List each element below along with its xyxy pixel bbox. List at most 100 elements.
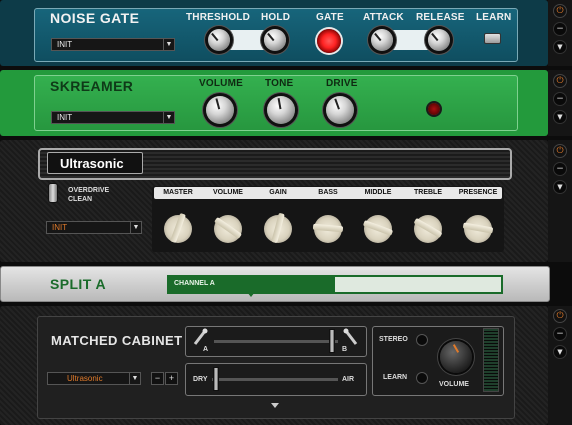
- amp-preset-value: INIT: [52, 223, 68, 232]
- down-arrow-icon: ▼: [557, 43, 563, 51]
- mic-position-track: [214, 340, 338, 343]
- cabinet-side-controls: ⏻ − ▼: [548, 306, 572, 425]
- cabinet-module: MATCHED CABINET Ultrasonic ▼ − + A B DRY…: [0, 306, 548, 425]
- presence-knob[interactable]: [462, 215, 494, 243]
- output-level-meter: [483, 328, 499, 392]
- minus-icon: −: [556, 24, 564, 34]
- channel-a-label: CHANNEL A: [174, 280, 215, 287]
- split-module: SPLIT A CHANNEL A: [0, 266, 550, 302]
- skreamer-preset-value: INIT: [57, 113, 73, 122]
- cabinet-preset-value: Ultrasonic: [67, 374, 103, 383]
- dry-air-handle[interactable]: [213, 367, 219, 391]
- cabinet-volume-knob[interactable]: [440, 341, 472, 373]
- amp-preset-dropdown[interactable]: INIT ▼: [46, 221, 142, 234]
- split-handle-indicator[interactable]: [247, 292, 255, 297]
- skreamer-drive-knob[interactable]: [326, 96, 354, 124]
- gain-knob[interactable]: [264, 212, 292, 244]
- cabinet-volume-label: VOLUME: [439, 381, 469, 388]
- treble-knob[interactable]: [413, 215, 443, 243]
- dry-label: DRY: [193, 376, 208, 383]
- master-knob[interactable]: [164, 212, 192, 244]
- noise-gate-move-down-button[interactable]: ▼: [553, 40, 567, 54]
- volume-knob[interactable]: [213, 215, 243, 243]
- minus-icon: −: [154, 373, 161, 383]
- amp-channel-switch[interactable]: [48, 183, 58, 203]
- amp-move-down-button[interactable]: ▼: [553, 180, 567, 194]
- down-arrow-icon: ▼: [557, 348, 563, 356]
- cabinet-move-down-button[interactable]: ▼: [553, 345, 567, 359]
- skreamer-tone-knob[interactable]: [267, 96, 295, 124]
- dropdown-arrow-icon: ▼: [163, 112, 174, 123]
- gate-label: GATE: [316, 12, 344, 23]
- stereo-toggle[interactable]: [416, 334, 428, 346]
- gate-led[interactable]: [317, 29, 341, 53]
- cabinet-learn-label: LEARN: [383, 374, 408, 381]
- skreamer-led: [428, 103, 440, 115]
- cabinet-title: MATCHED CABINET: [51, 333, 183, 348]
- amp-name-badge: Ultrasonic: [47, 152, 143, 174]
- mic-a-label: A: [203, 346, 209, 353]
- noise-gate-preset-dropdown[interactable]: INIT ▼: [51, 38, 175, 51]
- learn-button[interactable]: [484, 33, 501, 44]
- minus-icon: −: [556, 329, 564, 339]
- middle-knob[interactable]: [362, 215, 394, 243]
- skreamer-move-down-button[interactable]: ▼: [553, 110, 567, 124]
- cabinet-learn-toggle[interactable]: [416, 372, 428, 384]
- presence-label: PRESENCE: [458, 189, 498, 196]
- learn-label: LEARN: [476, 12, 512, 23]
- threshold-knob[interactable]: [208, 29, 230, 51]
- down-arrow-icon: ▼: [557, 183, 563, 191]
- cabinet-power-button[interactable]: ⏻: [553, 309, 567, 323]
- release-label: RELEASE: [416, 12, 465, 23]
- microphone-b-icon: [343, 328, 358, 345]
- skreamer-power-button[interactable]: ⏻: [553, 74, 567, 88]
- cabinet-prev-button[interactable]: −: [151, 372, 164, 385]
- amp-power-button[interactable]: ⏻: [553, 144, 567, 158]
- power-icon: ⏻: [556, 146, 564, 156]
- master-label: MASTER: [163, 189, 193, 196]
- dropdown-arrow-icon: ▼: [130, 222, 141, 233]
- plus-icon: +: [168, 373, 175, 383]
- minus-icon: −: [556, 94, 564, 104]
- attack-knob[interactable]: [371, 29, 393, 51]
- skreamer-tone-label: TONE: [265, 78, 294, 89]
- bass-knob[interactable]: [312, 215, 344, 243]
- dropdown-arrow-icon: ▼: [163, 39, 174, 50]
- noise-gate-preset-value: INIT: [57, 40, 73, 49]
- split-title: SPLIT A: [50, 276, 106, 292]
- volume-label: VOLUME: [213, 189, 243, 196]
- hold-knob[interactable]: [264, 29, 286, 51]
- noise-gate-title: NOISE GATE: [50, 10, 140, 26]
- stereo-label: STEREO: [379, 336, 408, 343]
- cabinet-next-button[interactable]: +: [165, 372, 178, 385]
- noise-gate-remove-button[interactable]: −: [553, 22, 567, 36]
- overdrive-label: OVERDRIVE: [68, 187, 110, 194]
- skreamer-volume-knob[interactable]: [206, 96, 234, 124]
- cabinet-remove-button[interactable]: −: [553, 327, 567, 341]
- skreamer-preset-dropdown[interactable]: INIT ▼: [51, 111, 175, 124]
- down-arrow-icon: ▼: [557, 113, 563, 121]
- treble-label: TREBLE: [414, 189, 442, 196]
- noise-gate-power-button[interactable]: ⏻: [553, 4, 567, 18]
- clean-label: CLEAN: [68, 196, 93, 203]
- channel-a-segment[interactable]: CHANNEL A: [169, 277, 335, 292]
- middle-label: MIDDLE: [364, 189, 392, 196]
- amp-remove-button[interactable]: −: [553, 162, 567, 176]
- skreamer-volume-label: VOLUME: [199, 78, 243, 89]
- cabinet-expand-icon[interactable]: [271, 403, 279, 408]
- hold-label: HOLD: [261, 12, 291, 23]
- minus-icon: −: [556, 164, 564, 174]
- mic-position-handle[interactable]: [329, 329, 335, 353]
- noise-gate-side-controls: ⏻ − ▼: [548, 0, 572, 66]
- amp-module: Ultrasonic OVERDRIVE CLEAN INIT ▼ MASTER…: [0, 140, 548, 262]
- skreamer-remove-button[interactable]: −: [553, 92, 567, 106]
- power-icon: ⏻: [556, 311, 564, 321]
- attack-label: ATTACK: [363, 12, 404, 23]
- skreamer-drive-label: DRIVE: [326, 78, 358, 89]
- cabinet-preset-dropdown[interactable]: Ultrasonic ▼: [47, 372, 141, 385]
- gain-label: GAIN: [269, 189, 287, 196]
- dry-air-track: [212, 378, 338, 381]
- microphone-a-icon: [193, 328, 208, 345]
- release-knob[interactable]: [428, 29, 450, 51]
- amp-name: Ultrasonic: [60, 156, 124, 171]
